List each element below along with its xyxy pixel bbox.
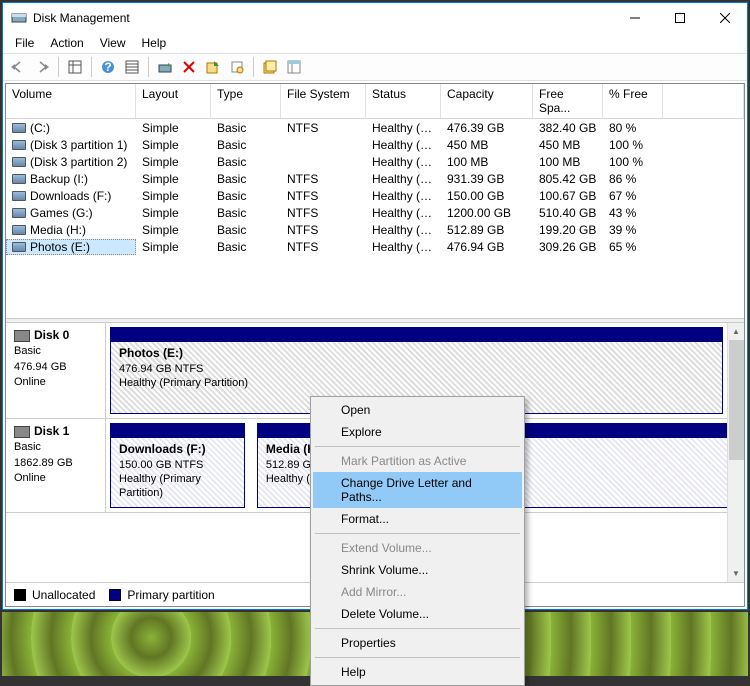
volume-list[interactable]: Volume Layout Type File System Status Ca…: [6, 84, 744, 318]
ctx-delete[interactable]: Delete Volume...: [313, 603, 522, 625]
titlebar[interactable]: Disk Management: [3, 3, 747, 33]
partition-header: [110, 327, 723, 341]
volume-icon: [12, 157, 26, 167]
app-icon: [11, 10, 27, 26]
col-freespace[interactable]: Free Spa...: [533, 84, 603, 118]
maximize-button[interactable]: [657, 3, 702, 33]
ctx-separator: [315, 533, 520, 534]
toolbar-separator: [148, 57, 149, 77]
ctx-separator: [315, 657, 520, 658]
menu-action[interactable]: Action: [44, 34, 89, 52]
close-button[interactable]: [702, 3, 747, 33]
volume-icon: [12, 140, 26, 150]
view-button-2[interactable]: [283, 56, 305, 78]
col-pctfree[interactable]: % Free: [603, 84, 663, 118]
forward-button[interactable]: [31, 56, 53, 78]
volume-row[interactable]: Backup (I:)SimpleBasicNTFSHealthy (P...9…: [6, 170, 744, 187]
menu-help[interactable]: Help: [136, 34, 173, 52]
col-filesystem[interactable]: File System: [281, 84, 366, 118]
toolbar-separator: [91, 57, 92, 77]
ctx-change-letter[interactable]: Change Drive Letter and Paths...: [313, 472, 522, 508]
legend-primary-label: Primary partition: [127, 588, 214, 602]
partition-header: [110, 423, 245, 437]
toolbar: ?: [3, 53, 747, 81]
svg-text:?: ?: [104, 60, 111, 74]
show-hide-button[interactable]: [64, 56, 86, 78]
volume-icon: [12, 225, 26, 235]
scroll-down-button[interactable]: ▼: [728, 565, 744, 582]
toolbar-separator: [253, 57, 254, 77]
volume-icon: [12, 123, 26, 133]
ctx-mirror: Add Mirror...: [313, 581, 522, 603]
volume-row[interactable]: (Disk 3 partition 2)SimpleBasicHealthy (…: [6, 153, 744, 170]
vertical-scrollbar[interactable]: ▲ ▼: [727, 323, 744, 582]
volume-row[interactable]: (C:)SimpleBasicNTFSHealthy (B...476.39 G…: [6, 119, 744, 136]
menu-view[interactable]: View: [94, 34, 132, 52]
toolbar-separator: [58, 57, 59, 77]
minimize-button[interactable]: [612, 3, 657, 33]
legend-unallocated-box: [14, 589, 26, 601]
disk-icon: [14, 330, 30, 342]
ctx-shrink[interactable]: Shrink Volume...: [313, 559, 522, 581]
ctx-extend: Extend Volume...: [313, 537, 522, 559]
ctx-separator: [315, 446, 520, 447]
volume-row[interactable]: Games (G:)SimpleBasicNTFSHealthy (P...12…: [6, 204, 744, 221]
volume-row[interactable]: (Disk 3 partition 1)SimpleBasicHealthy (…: [6, 136, 744, 153]
volume-row[interactable]: Downloads (F:)SimpleBasicNTFSHealthy (P.…: [6, 187, 744, 204]
window-title: Disk Management: [33, 11, 612, 25]
volume-icon: [12, 242, 26, 252]
scroll-thumb[interactable]: [729, 340, 744, 460]
col-status[interactable]: Status: [366, 84, 441, 118]
partition[interactable]: Downloads (F:)150.00 GB NTFSHealthy (Pri…: [110, 437, 245, 508]
col-volume[interactable]: Volume: [6, 84, 136, 118]
ctx-open[interactable]: Open: [313, 399, 522, 421]
scroll-up-button[interactable]: ▲: [728, 323, 744, 340]
legend-unallocated-label: Unallocated: [32, 588, 95, 602]
ctx-separator: [315, 628, 520, 629]
disk-icon: [14, 426, 30, 438]
help-button[interactable]: ?: [97, 56, 119, 78]
settings-button[interactable]: [121, 56, 143, 78]
disk-label[interactable]: Disk 0Basic476.94 GBOnline: [6, 323, 106, 418]
legend-primary-box: [109, 589, 121, 601]
column-headers: Volume Layout Type File System Status Ca…: [6, 84, 744, 119]
menu-file[interactable]: File: [9, 34, 40, 52]
menubar: File Action View Help: [3, 33, 747, 53]
col-layout[interactable]: Layout: [136, 84, 211, 118]
col-spacer: [663, 84, 744, 118]
volume-icon: [12, 174, 26, 184]
volume-icon: [12, 208, 26, 218]
ctx-properties[interactable]: Properties: [313, 632, 522, 654]
ctx-explore[interactable]: Explore: [313, 421, 522, 443]
action-button[interactable]: [202, 56, 224, 78]
col-capacity[interactable]: Capacity: [441, 84, 533, 118]
volume-row[interactable]: Photos (E:)SimpleBasicNTFSHealthy (P...4…: [6, 238, 744, 255]
ctx-help[interactable]: Help: [313, 661, 522, 683]
ctx-format[interactable]: Format...: [313, 508, 522, 530]
context-menu: Open Explore Mark Partition as Active Ch…: [310, 396, 525, 686]
properties-button[interactable]: [226, 56, 248, 78]
volume-icon: [12, 191, 26, 201]
ctx-mark-active: Mark Partition as Active: [313, 450, 522, 472]
view-button-1[interactable]: [259, 56, 281, 78]
disk-label[interactable]: Disk 1Basic1862.89 GBOnline: [6, 419, 106, 512]
col-type[interactable]: Type: [211, 84, 281, 118]
refresh-button[interactable]: [154, 56, 176, 78]
delete-button[interactable]: [178, 56, 200, 78]
back-button[interactable]: [7, 56, 29, 78]
volume-row[interactable]: Media (H:)SimpleBasicNTFSHealthy (P...51…: [6, 221, 744, 238]
